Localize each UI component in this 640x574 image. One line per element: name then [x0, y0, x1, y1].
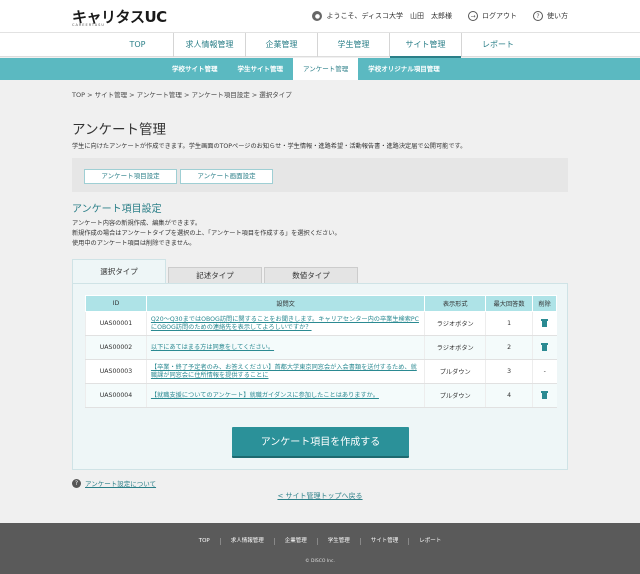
table-row: UAS00004 【就職支援についてのアンケート】就職ガイダンスに参加したことは… [85, 383, 557, 408]
question-link[interactable]: 【卒業・終了予定者のみ、お答えください】首都大学東京同窓会が入会書類を送付するた… [151, 364, 420, 380]
row-max: 2 [485, 335, 533, 360]
gnav-top[interactable]: TOP [102, 33, 174, 57]
help-row: ? アンケート設定について [72, 478, 156, 488]
global-nav: TOP 求人情報管理 企業管理 学生管理 サイト管理 レポート [0, 33, 640, 58]
table-row: UAS00002 以下にあてはまる方は同意をしてください。 ラジオボタン 2 [85, 335, 557, 360]
section-desc-line: アンケート内容の新規作成、編集ができます。 [72, 220, 202, 227]
section-desc-line: 使用中のアンケート項目は削除できません。 [72, 240, 196, 247]
footer-link[interactable]: レポート [408, 538, 451, 545]
table-row: UAS00001 Q20～Q30まではOBOG訪問に関することをお聞きします。キ… [85, 311, 557, 336]
gnav-company[interactable]: 企業管理 [246, 33, 318, 57]
header: キャリタスUC CAREERTASU ● ようこそ、ディスコ大学 山田 太郎様 … [0, 0, 640, 33]
question-link[interactable]: 【就職支援についてのアンケート】就職ガイダンスに参加したことはありますか。 [151, 392, 379, 400]
trash-icon[interactable] [541, 342, 549, 351]
row-max: 1 [485, 311, 533, 336]
row-id: UAS00002 [85, 335, 147, 360]
question-link[interactable]: 以下にあてはまる方は同意をしてください。 [151, 344, 274, 352]
footer-link[interactable]: 企業管理 [273, 538, 317, 545]
setting-button-bar: アンケート項目設定 アンケート画面設定 [72, 158, 568, 192]
row-delete-disabled: - [532, 359, 557, 384]
logo-sub: CAREERTASU [72, 23, 105, 27]
subnav-survey[interactable]: アンケート管理 [293, 58, 359, 80]
user-icon: ● [312, 11, 323, 21]
row-format: ラジオボタン [424, 311, 486, 336]
sub-nav: 学校サイト管理 学生サイト管理 アンケート管理 学校オリジナル項目管理 [0, 58, 640, 80]
column-header: 表示形式 [424, 295, 487, 312]
gnav-site[interactable]: サイト管理 [390, 33, 462, 58]
footer-link[interactable]: 求人情報管理 [219, 538, 274, 545]
screen-setting-button[interactable]: アンケート画面設定 [180, 169, 273, 184]
gnav-report[interactable]: レポート [462, 33, 534, 57]
question-icon: ? [72, 478, 81, 488]
row-format: プルダウン [424, 383, 486, 408]
footer-link[interactable]: TOP [189, 538, 220, 545]
row-format: プルダウン [424, 359, 486, 384]
question-link[interactable]: Q20～Q30まではOBOG訪問に関することをお聞きします。キャリアセンター内の… [151, 316, 420, 332]
create-item-button[interactable]: アンケート項目を作成する [232, 427, 409, 458]
breadcrumb[interactable]: TOP > サイト管理 > アンケート管理 > アンケート項目設定 > 選択タイ… [72, 89, 292, 99]
column-header: 削除 [532, 295, 557, 312]
section-title: アンケート項目設定 [72, 204, 162, 215]
section-desc-line: 新規作成の場合はアンケートタイプを選択の上、「アンケート項目を作成する」を選択く… [72, 230, 341, 237]
trash-icon[interactable] [541, 390, 549, 399]
tab-text-type[interactable]: 記述タイプ [168, 267, 262, 283]
back-row: < サイト管理トップへ戻る [0, 491, 640, 501]
survey-help-link[interactable]: アンケート設定について [85, 478, 156, 488]
tab-panel: ID 設問文 表示形式 最大回答数 削除 UAS00001 Q20～Q30までは… [72, 283, 568, 470]
copyright: © DISCO Inc. [305, 559, 335, 564]
page-title: アンケート管理 [72, 122, 166, 138]
row-format: ラジオボタン [424, 335, 486, 360]
column-header: 設問文 [145, 295, 426, 312]
page-description: 学生に向けたアンケートが作成できます。学生画面のTOPページのお知らせ・学生情報… [72, 143, 467, 150]
trash-icon[interactable] [541, 318, 549, 327]
logout-icon[interactable]: → [468, 11, 478, 21]
subnav-student-site[interactable]: 学生サイト管理 [228, 58, 294, 80]
row-id: UAS00003 [85, 359, 147, 384]
row-max: 4 [485, 383, 533, 408]
type-tabs: 選択タイプ 記述タイプ 数値タイプ [72, 259, 568, 283]
user-area: ● ようこそ、ディスコ大学 山田 太郎様 → ログアウト ? 使い方 [312, 11, 568, 21]
help-icon[interactable]: ? [533, 11, 543, 21]
row-max: 3 [485, 359, 533, 384]
column-header: ID [85, 295, 147, 312]
footer-link[interactable]: サイト管理 [359, 538, 409, 545]
back-link[interactable]: < サイト管理トップへ戻る [277, 492, 362, 500]
gnav-student[interactable]: 学生管理 [318, 33, 390, 57]
column-header: 最大回答数 [485, 295, 534, 312]
row-id: UAS00001 [85, 311, 147, 336]
logout-link[interactable]: ログアウト [482, 11, 517, 21]
item-setting-button[interactable]: アンケート項目設定 [84, 169, 177, 184]
question-table: ID 設問文 表示形式 最大回答数 削除 UAS00001 Q20～Q30までは… [85, 295, 557, 408]
help-link[interactable]: 使い方 [547, 11, 568, 21]
welcome-text: ようこそ、ディスコ大学 山田 太郎様 [326, 12, 452, 20]
tab-select-type[interactable]: 選択タイプ [72, 259, 166, 283]
tab-number-type[interactable]: 数値タイプ [264, 267, 358, 283]
table-row: UAS00003 【卒業・終了予定者のみ、お答えください】首都大学東京同窓会が入… [85, 359, 557, 384]
subnav-original-items[interactable]: 学校オリジナル項目管理 [358, 58, 450, 80]
row-id: UAS00004 [85, 383, 147, 408]
footer: TOP 求人情報管理 企業管理 学生管理 サイト管理 レポート © DISCO … [0, 523, 640, 574]
footer-link[interactable]: 学生管理 [316, 538, 360, 545]
section-description: アンケート内容の新規作成、編集ができます。 新規作成の場合はアンケートタイプを選… [72, 219, 341, 249]
gnav-job-info[interactable]: 求人情報管理 [174, 33, 246, 57]
subnav-school-site[interactable]: 学校サイト管理 [162, 58, 228, 80]
